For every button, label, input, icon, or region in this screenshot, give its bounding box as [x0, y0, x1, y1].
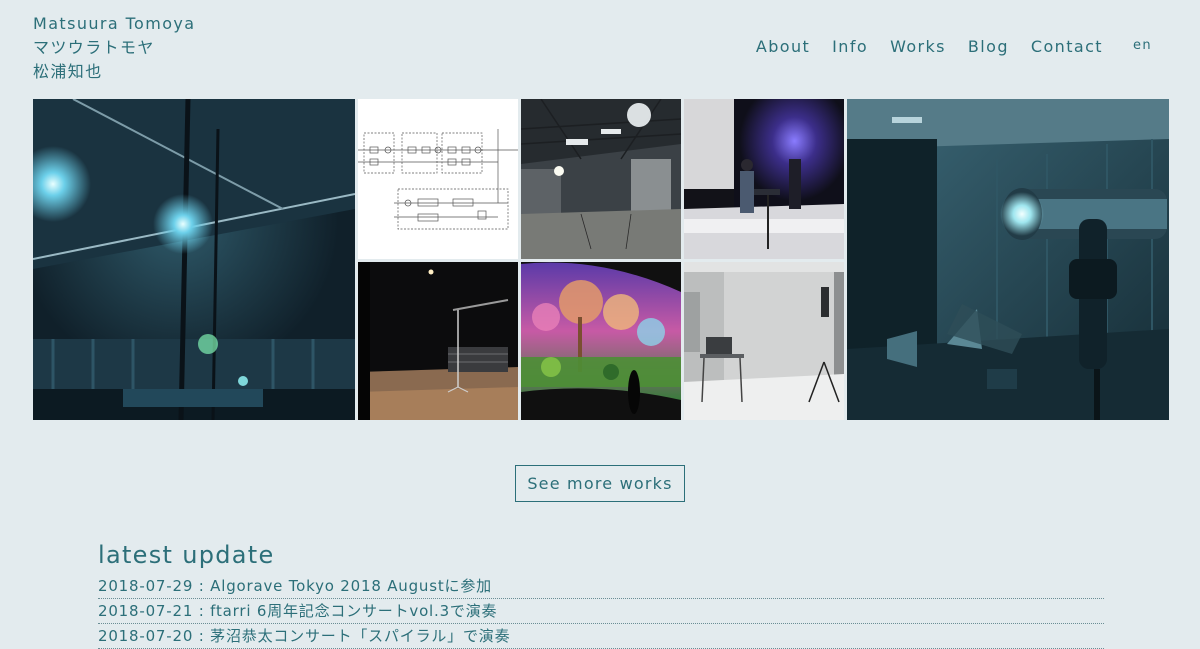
update-item[interactable]: 2018-07-20 : 茅沼恭太コンサート「スパイラル」で演奏 [98, 624, 1104, 649]
site-name-kanji[interactable]: 松浦知也 [33, 60, 195, 84]
gallery-photo-projection[interactable] [521, 262, 681, 420]
gallery-photo-white-room[interactable] [684, 262, 844, 420]
nav-works-link[interactable]: Works [890, 37, 946, 56]
gallery-photo-stage[interactable] [358, 262, 518, 420]
gallery-photo-microphone[interactable] [847, 99, 1169, 420]
language-switch-link[interactable]: en [1133, 38, 1152, 53]
works-gallery [33, 99, 1169, 420]
nav-blog-link[interactable]: Blog [968, 37, 1009, 56]
nav-info-link[interactable]: Info [832, 37, 868, 56]
update-item[interactable]: 2018-07-21 : ftarri 6周年記念コンサートvol.3で演奏 [98, 599, 1104, 624]
site-name-en[interactable]: Matsuura Tomoya [33, 12, 195, 36]
main-nav: About Info Works Blog Contact en [734, 37, 1152, 56]
latest-update-section: latest update 2018-07-29 : Algorave Toky… [98, 538, 1104, 649]
see-more-works-button[interactable]: See more works [515, 465, 685, 502]
gallery-photo-hall[interactable] [33, 99, 355, 420]
nav-about-link[interactable]: About [756, 37, 810, 56]
nav-contact-link[interactable]: Contact [1031, 37, 1103, 56]
gallery-photo-performer[interactable] [684, 99, 844, 259]
gallery-photo-diagram[interactable] [358, 99, 518, 259]
site-name-kana[interactable]: マツウラトモヤ [33, 36, 195, 60]
gallery-photo-warehouse[interactable] [521, 99, 681, 259]
update-item[interactable]: 2018-07-29 : Algorave Tokyo 2018 Augustに… [98, 574, 1104, 599]
site-name[interactable]: Matsuura Tomoya マツウラトモヤ 松浦知也 [33, 12, 195, 84]
latest-update-heading: latest update [98, 541, 275, 569]
